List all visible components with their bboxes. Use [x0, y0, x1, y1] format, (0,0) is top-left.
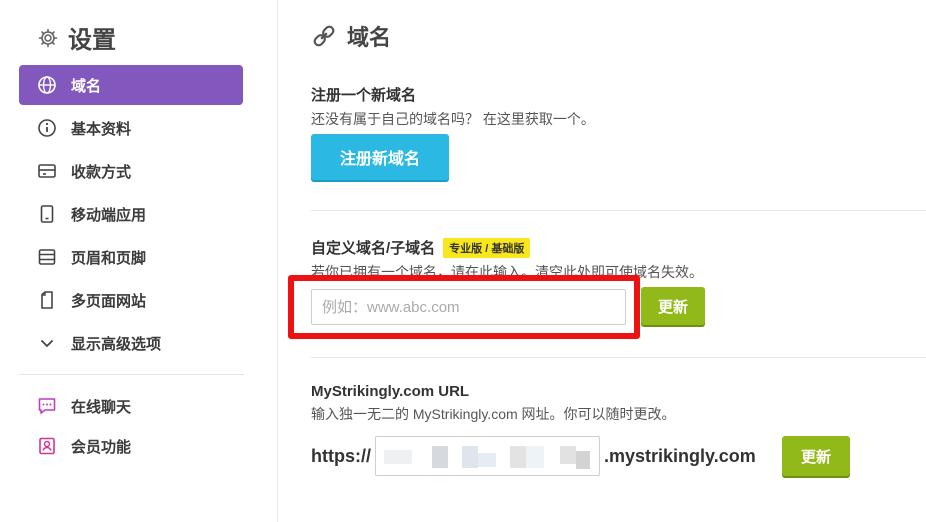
sidebar-item-label: 域名 [71, 77, 102, 95]
sidebar-nav: 域名 基本资料 收款方式 移动端应用 页眉和页脚 多页面网站 显示高级选项 [19, 65, 243, 366]
sidebar-item-basic-info[interactable]: 基本资料 [19, 108, 243, 148]
chat-icon [37, 396, 57, 416]
custom-domain-title: 自定义域名/子域名 [311, 240, 436, 257]
section-divider [311, 210, 926, 211]
sidebar-item-domain[interactable]: 域名 [19, 65, 243, 105]
mystrikingly-title: MyStrikingly.com URL [311, 383, 470, 400]
sidebar-item-label: 移动端应用 [71, 206, 147, 224]
url-prefix: https:// [311, 445, 371, 466]
sidebar-item-multi-page[interactable]: 多页面网站 [19, 280, 243, 320]
page-title: 域名 [347, 25, 392, 50]
register-section-desc: 还没有属于自己的域名吗？ 在这里获取一个。 [311, 111, 595, 127]
layout-icon [37, 247, 57, 267]
sidebar-item-label: 显示高级选项 [71, 335, 162, 353]
redacted-text [478, 453, 496, 467]
member-icon [37, 436, 57, 456]
custom-domain-input[interactable] [311, 289, 626, 325]
redacted-text [526, 446, 544, 468]
update-custom-domain-button[interactable]: 更新 [641, 287, 705, 325]
register-domain-section: 注册一个新域名 还没有属于自己的域名吗？ 在这里获取一个。 [311, 84, 595, 129]
sidebar-header: 设置 [38, 20, 116, 55]
sidebar-item-label: 基本资料 [71, 120, 132, 138]
sidebar-item-label: 会员功能 [71, 438, 132, 456]
update-url-button[interactable]: 更新 [782, 436, 850, 476]
redacted-text [462, 446, 478, 468]
url-suffix: .mystrikingly.com [604, 445, 756, 466]
sidebar-title: 设置 [68, 27, 116, 54]
section-divider [311, 357, 926, 358]
redacted-text [432, 446, 448, 468]
sidebar-item-mobile-app[interactable]: 移动端应用 [19, 194, 243, 234]
sidebar-item-label: 页眉和页脚 [71, 249, 147, 267]
register-section-title: 注册一个新域名 [311, 87, 417, 104]
globe-icon [37, 75, 57, 95]
chevron-down-icon [37, 333, 57, 353]
sidebar-item-live-chat[interactable]: 在线聊天 [19, 386, 243, 426]
plan-badge: 专业版 / 基础版 [443, 237, 531, 258]
mobile-icon [37, 204, 57, 224]
gear-icon [38, 28, 58, 48]
redacted-text [384, 450, 412, 464]
sidebar-item-payment[interactable]: 收款方式 [19, 151, 243, 191]
settings-sidebar: 设置 域名 基本资料 收款方式 移动端应用 页眉和页脚 多页面网站 显示高级选项… [0, 0, 278, 522]
sidebar-item-advanced-options[interactable]: 显示高级选项 [19, 323, 243, 363]
sidebar-item-label: 收款方式 [71, 163, 132, 181]
redacted-text [510, 446, 526, 468]
link-icon [311, 23, 337, 49]
mystrikingly-url-section: MyStrikingly.com URL 输入独一无二的 MyStrikingl… [311, 383, 926, 424]
redacted-text [560, 446, 576, 464]
url-row: https:// .mystrikingly.com [311, 436, 756, 476]
pages-icon [37, 290, 57, 310]
sidebar-extra-nav: 在线聊天 会员功能 [19, 386, 243, 469]
redacted-text [576, 451, 590, 469]
subdomain-input[interactable] [375, 436, 600, 476]
sidebar-item-label: 多页面网站 [71, 292, 147, 310]
sidebar-item-label: 在线聊天 [71, 398, 132, 416]
page-header: 域名 [311, 20, 391, 52]
sidebar-item-header-footer[interactable]: 页眉和页脚 [19, 237, 243, 277]
wallet-icon [37, 161, 57, 181]
sidebar-item-membership[interactable]: 会员功能 [19, 426, 243, 466]
info-icon [37, 118, 57, 138]
mystrikingly-desc: 输入独一无二的 MyStrikingly.com 网址。你可以随时更改。 [311, 406, 676, 422]
sidebar-divider [19, 374, 244, 375]
register-domain-button[interactable]: 注册新域名 [311, 134, 449, 180]
